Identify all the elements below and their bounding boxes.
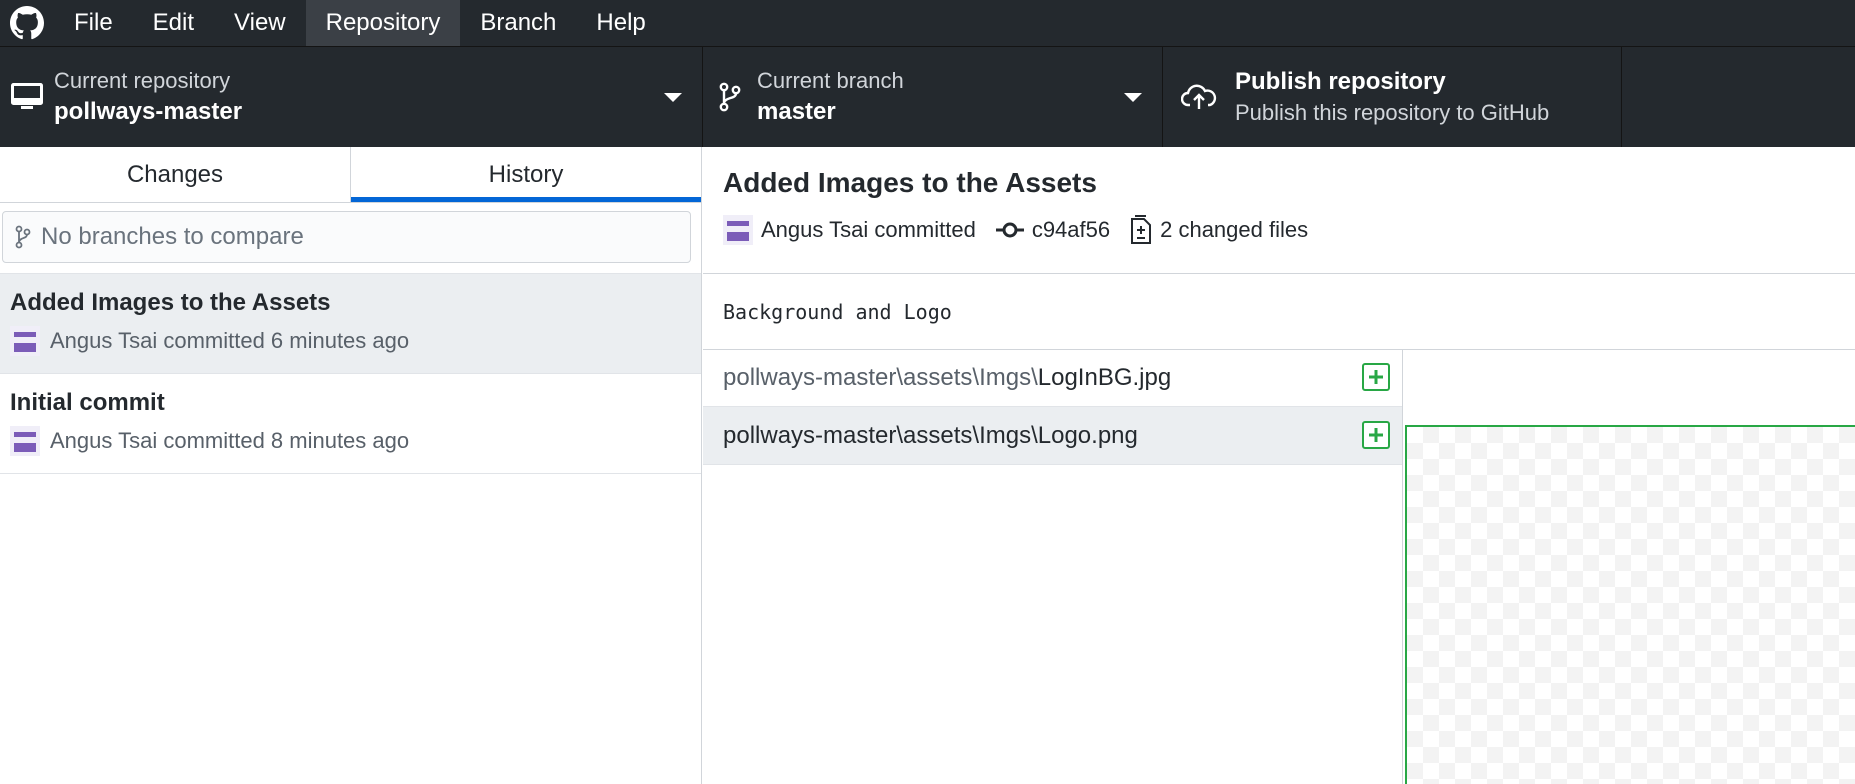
current-repository-button[interactable]: Current repository pollways-master [0,47,703,147]
menu-help[interactable]: Help [576,0,665,46]
sidebar-tabs: Changes History [0,147,701,203]
changed-files-count: 2 changed files [1160,217,1309,242]
avatar [723,215,753,245]
sidebar: Changes History No branches to compare A… [0,147,702,784]
tab-history[interactable]: History [351,147,701,202]
changed-files-list: pollways-master\assets\Imgs\ LogInBG.jpg … [703,349,1403,784]
diff-file-icon [1130,215,1152,245]
commit-details-panel: Added Images to the Assets Angus Tsai co… [703,147,1855,784]
commit-summary-title: Added Images to the Assets [723,167,1097,198]
image-diff-view [1404,349,1855,784]
compare-branch-wrapper: No branches to compare [0,203,701,274]
commit-list-item[interactable]: Added Images to the Assets Angus Tsai co… [0,274,701,374]
compare-branch-placeholder: No branches to compare [41,223,304,250]
file-added-icon [1362,421,1390,449]
current-branch-name: master [757,98,836,125]
menu-file[interactable]: File [54,0,133,46]
commit-title: Initial commit [10,389,165,416]
publish-repository-description: Publish this repository to GitHub [1235,100,1550,125]
avatar [10,426,40,456]
toolbar: Current repository pollways-master Curre… [0,46,1855,147]
file-list-item[interactable]: pollways-master\assets\Imgs\ Logo.png [703,407,1402,465]
file-directory: pollways-master\assets\Imgs\ [723,363,1038,391]
cloud-upload-icon [1163,83,1235,111]
menu-edit[interactable]: Edit [133,0,214,46]
menu-branch[interactable]: Branch [460,0,576,46]
file-name: Logo.png [1037,421,1138,449]
current-branch-button[interactable]: Current branch master [703,47,1163,147]
publish-repository-button[interactable]: Publish repository Publish this reposito… [1163,47,1622,147]
menu-repository[interactable]: Repository [305,0,461,46]
file-added-icon [1362,363,1390,391]
file-directory: pollways-master\assets\Imgs\ [723,421,1038,449]
commit-sha[interactable]: c94af56 [1032,217,1110,243]
current-branch-label: Current branch [757,68,904,93]
desktop-icon [0,83,54,111]
current-repository-label: Current repository [54,68,231,93]
commit-meta: Angus Tsai committed 8 minutes ago [50,428,410,453]
file-list-item[interactable]: pollways-master\assets\Imgs\ LogInBG.jpg [703,349,1402,407]
commit-author: Angus Tsai committed [761,217,976,242]
commit-meta: Angus Tsai committed 6 minutes ago [50,328,410,353]
commit-header: Added Images to the Assets Angus Tsai co… [703,147,1855,274]
image-preview [1405,425,1855,784]
commit-description: Background and Logo [703,274,1855,350]
git-branch-icon [703,82,757,112]
file-name: LogInBG.jpg [1037,363,1172,391]
chevron-down-icon [1124,93,1142,102]
git-branch-icon [15,225,31,249]
publish-repository-title: Publish repository [1235,68,1446,95]
git-commit-icon [995,220,1024,240]
menu-view[interactable]: View [214,0,306,46]
commit-title: Added Images to the Assets [10,289,331,316]
tab-changes[interactable]: Changes [0,147,351,202]
avatar [10,326,40,356]
compare-branch-input[interactable]: No branches to compare [2,211,691,263]
current-repository-name: pollways-master [54,98,243,125]
menu-bar: File Edit View Repository Branch Help [0,0,1855,46]
chevron-down-icon [664,93,682,102]
commit-list-item[interactable]: Initial commit Angus Tsai committed 8 mi… [0,374,701,474]
github-logo-icon [0,0,54,46]
